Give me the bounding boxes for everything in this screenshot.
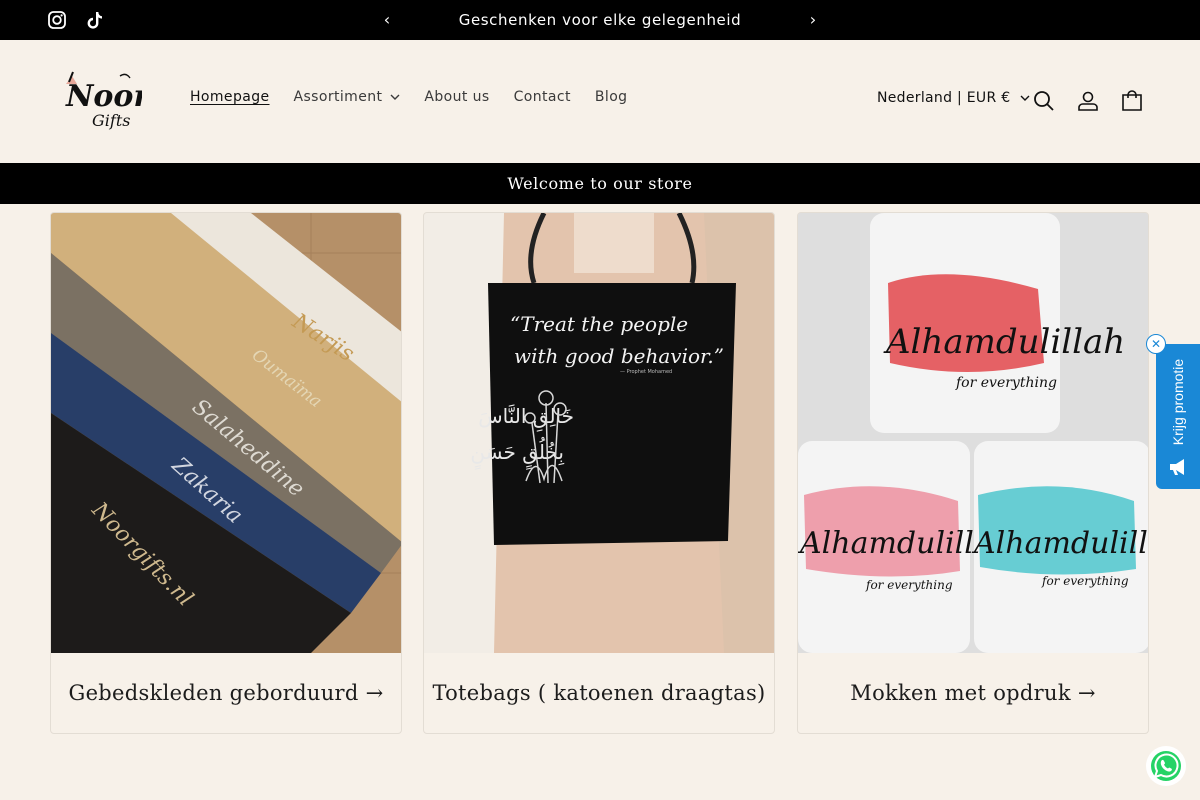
promo-tab[interactable]: Krijg promotie	[1156, 344, 1200, 489]
megaphone-icon	[1170, 459, 1184, 475]
announcement-bar: ‹ Geschenken voor elke gelegenheid ›	[0, 0, 1200, 40]
nav-blog[interactable]: Blog	[583, 89, 640, 105]
totebag-quote-line2: with good behavior.”	[514, 344, 724, 368]
totebag-arabic: خَالِقِ النَّاسَ	[478, 403, 574, 431]
mug-text-right: Alhamdulillah	[971, 526, 1149, 561]
main-nav: Homepage Assortiment About us Contact Bl…	[178, 89, 639, 105]
mug-subtext-right: for everything	[1041, 574, 1129, 588]
chevron-left-icon[interactable]: ‹	[377, 10, 397, 30]
collection-image-totebag: “Treat the people with good behavior.” —…	[424, 213, 774, 653]
collection-image-mugs: Alhamdulillah for everything Alhamdulill…	[798, 213, 1149, 653]
chevron-down-icon	[1020, 95, 1030, 101]
country-selector[interactable]: Nederland | EUR €	[877, 90, 1030, 106]
noor-gifts-logo[interactable]: Noor Gifts	[58, 62, 142, 132]
svg-text:Gifts: Gifts	[92, 111, 130, 130]
chevron-down-icon	[390, 94, 400, 100]
collection-image-prayer-mats: Narjis Oumaïma Salaheddine Zakaria Noorg…	[51, 213, 401, 653]
nav-about-us[interactable]: About us	[412, 89, 501, 105]
totebag-quote-attribution: — Prophet Mohamed	[620, 369, 672, 375]
cart-icon[interactable]	[1120, 89, 1144, 113]
whatsapp-icon[interactable]	[1146, 746, 1186, 786]
nav-assortiment[interactable]: Assortiment	[282, 89, 413, 105]
welcome-banner: Welcome to our store	[0, 163, 1200, 204]
nav-assortiment-label: Assortiment	[293, 89, 383, 105]
mug-subtext-top: for everything	[955, 375, 1057, 391]
collection-card-gebedskleden[interactable]: Narjis Oumaïma Salaheddine Zakaria Noorg…	[50, 212, 402, 734]
announcement-text: Geschenken voor elke gelegenheid	[458, 11, 742, 29]
collection-title: Gebedskleden geborduurd →	[68, 681, 384, 705]
svg-text:Noor: Noor	[65, 79, 142, 114]
instagram-icon[interactable]	[47, 10, 67, 30]
collection-title: Totebags ( katoenen draagtas) →	[432, 681, 766, 705]
chevron-right-icon[interactable]: ›	[803, 10, 823, 30]
nav-homepage[interactable]: Homepage	[178, 89, 282, 105]
nav-contact[interactable]: Contact	[502, 89, 583, 105]
site-header: Noor Gifts Homepage Assortiment About us…	[0, 40, 1200, 163]
collection-card-totebags[interactable]: “Treat the people with good behavior.” —…	[423, 212, 775, 734]
mug-text-top: Alhamdulillah	[883, 322, 1125, 362]
totebag-quote: “Treat the people	[510, 312, 688, 336]
collection-card-mokken[interactable]: Alhamdulillah for everything Alhamdulill…	[797, 212, 1149, 734]
tiktok-icon[interactable]	[85, 10, 105, 30]
mug-subtext-left: for everything	[865, 578, 953, 592]
promo-label: Krijg promotie	[1170, 358, 1186, 446]
account-icon[interactable]	[1076, 89, 1100, 113]
collection-title: Mokken met opdruk →	[850, 681, 1096, 705]
search-icon[interactable]	[1032, 89, 1056, 113]
country-label: Nederland | EUR €	[877, 90, 1011, 106]
close-icon[interactable]: ✕	[1146, 334, 1166, 354]
